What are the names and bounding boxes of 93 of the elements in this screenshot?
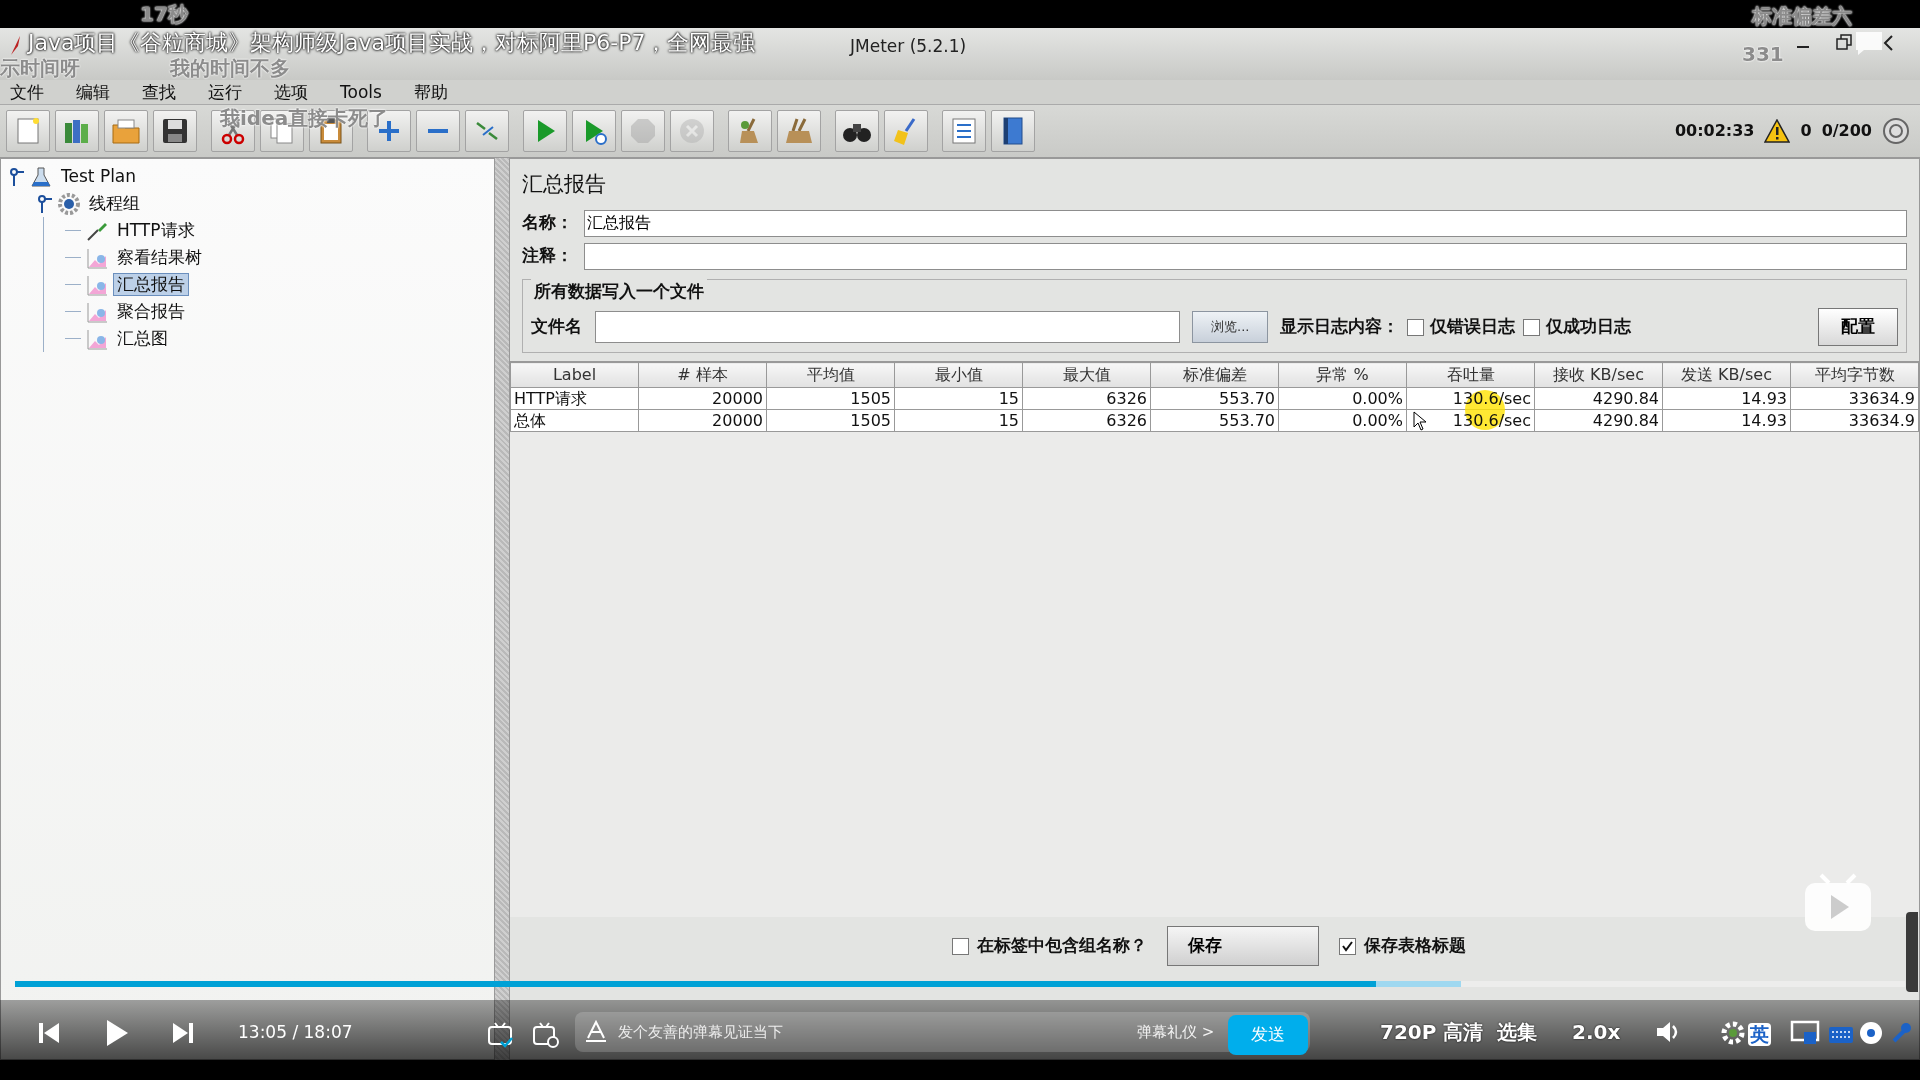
column-header[interactable]: Label bbox=[510, 362, 639, 388]
checkbox[interactable] bbox=[1339, 937, 1356, 955]
file-name-field[interactable] bbox=[595, 311, 1180, 343]
danmaku-settings-icon[interactable] bbox=[532, 1022, 560, 1048]
flask-icon bbox=[30, 165, 52, 188]
tree-item[interactable]: 汇总图 bbox=[113, 327, 172, 350]
panel-title: 汇总报告 bbox=[521, 171, 607, 198]
chart-icon bbox=[86, 246, 108, 269]
danmaku-comment: 331 bbox=[1742, 44, 1784, 64]
speed-button[interactable]: 2.0x bbox=[1572, 1022, 1621, 1042]
menu-item[interactable]: 帮助 bbox=[411, 83, 458, 101]
checkbox-label: 保存表格标题 bbox=[1364, 934, 1466, 958]
table-cell: 总体 bbox=[510, 409, 639, 432]
comment-label: 注释： bbox=[522, 244, 574, 268]
table-cell: HTTP请求 bbox=[510, 387, 639, 410]
column-header[interactable]: 平均值 bbox=[766, 362, 895, 388]
checkbox-label: 在标签中包含组名称？ bbox=[977, 934, 1147, 958]
menu-item[interactable]: 编辑 bbox=[74, 83, 120, 101]
episodes-button[interactable]: 选集 bbox=[1497, 1022, 1537, 1042]
next-icon[interactable] bbox=[172, 1022, 194, 1044]
column-header[interactable]: 吞吐量 bbox=[1406, 362, 1535, 388]
toolbar-button[interactable] bbox=[835, 110, 879, 152]
danmaku-comment: 17秒 bbox=[140, 4, 188, 24]
chart-icon bbox=[86, 273, 108, 296]
tree-item[interactable]: Test Plan bbox=[57, 165, 141, 188]
gear-icon[interactable] bbox=[1720, 1020, 1746, 1046]
chart-icon bbox=[86, 327, 108, 350]
menu-item[interactable]: Tools bbox=[338, 83, 392, 101]
configure-button[interactable]: 配置 bbox=[1818, 308, 1898, 346]
network-icon[interactable] bbox=[1858, 1020, 1884, 1046]
side-handle[interactable] bbox=[1906, 912, 1918, 992]
window-title: JMeter (5.2.1) bbox=[850, 35, 967, 58]
expanded-handle-icon[interactable] bbox=[9, 165, 25, 188]
tree-item[interactable]: HTTP请求 bbox=[113, 219, 199, 242]
video-title: Java项目《谷粒商城》架构师级Java项目实战，对标阿里P6-P7，全网最强 bbox=[28, 30, 756, 57]
play-icon[interactable] bbox=[104, 1018, 130, 1048]
checkbox[interactable] bbox=[1523, 318, 1541, 336]
column-header[interactable]: 异常 % bbox=[1278, 362, 1407, 388]
text-style-icon[interactable] bbox=[585, 1020, 607, 1042]
previous-icon[interactable] bbox=[38, 1022, 60, 1044]
checkbox[interactable] bbox=[952, 937, 969, 955]
splitter[interactable] bbox=[495, 158, 509, 1060]
mouse-pointer-icon bbox=[1413, 411, 1427, 431]
tree-item[interactable]: 察看结果树 bbox=[113, 246, 206, 269]
menu-item[interactable]: 选项 bbox=[272, 83, 318, 101]
danmaku-comment: 我的时间不多 bbox=[170, 58, 290, 78]
restore-icon[interactable] bbox=[1836, 34, 1852, 50]
tree-item[interactable]: 聚合报告 bbox=[113, 300, 189, 323]
checkbox[interactable] bbox=[1407, 318, 1425, 336]
tree-item[interactable]: 汇总报告 bbox=[113, 273, 189, 296]
save-button[interactable]: 保存 bbox=[1167, 926, 1319, 966]
danmaku-placeholder: 发个友善的弹幕见证当下 bbox=[618, 1025, 783, 1040]
danmaku-comment: 标准偏差六 bbox=[1752, 6, 1852, 26]
progress-track[interactable] bbox=[15, 981, 1905, 987]
danmaku-toggle-icon[interactable] bbox=[487, 1022, 513, 1048]
thread-count: 0/200 bbox=[1821, 120, 1872, 142]
timer-text: 00:02:33 bbox=[1674, 120, 1755, 142]
column-header[interactable]: 发送 KB/sec bbox=[1662, 362, 1791, 388]
gear-icon bbox=[58, 192, 80, 215]
keyboard-icon[interactable] bbox=[1828, 1026, 1854, 1044]
toolbar-button[interactable] bbox=[153, 110, 197, 152]
danmaku-comment: 示时间呀 bbox=[0, 58, 80, 78]
column-header[interactable]: 接收 KB/sec bbox=[1534, 362, 1663, 388]
comment-field[interactable] bbox=[584, 242, 1907, 270]
name-label: 名称： bbox=[522, 211, 574, 235]
remote-icon bbox=[1882, 117, 1910, 145]
name-field[interactable]: 汇总报告 bbox=[584, 209, 1907, 237]
menu-item[interactable]: 运行 bbox=[206, 83, 252, 101]
warning-icon bbox=[1764, 119, 1791, 143]
error-count: 0 bbox=[1800, 120, 1812, 142]
back-icon[interactable] bbox=[1882, 34, 1894, 52]
tree-item[interactable]: 线程组 bbox=[85, 192, 144, 215]
column-header[interactable]: 最小值 bbox=[894, 362, 1023, 388]
column-header[interactable]: 平均字节数 bbox=[1790, 362, 1919, 388]
browse-button[interactable]: 浏览... bbox=[1192, 311, 1269, 343]
column-header[interactable]: # 样本 bbox=[638, 362, 767, 388]
ime-indicator[interactable]: 英 bbox=[1748, 1023, 1771, 1046]
file-name-label: 文件名 bbox=[531, 315, 583, 339]
quality-button[interactable]: 720P 高清 bbox=[1380, 1022, 1484, 1042]
chart-icon bbox=[86, 300, 108, 323]
column-header[interactable]: 标准偏差 bbox=[1150, 362, 1279, 388]
column-header[interactable]: 最大值 bbox=[1022, 362, 1151, 388]
log-label: 显示日志内容： bbox=[1280, 315, 1400, 339]
time-text: 13:05 / 18:07 bbox=[238, 1024, 353, 1041]
checkbox-label: 仅成功日志 bbox=[1546, 315, 1632, 339]
toolbar-button[interactable] bbox=[991, 110, 1035, 152]
screen-icon[interactable] bbox=[1790, 1020, 1820, 1046]
menu-item[interactable]: 查找 bbox=[140, 83, 186, 101]
minus-icon bbox=[426, 128, 450, 134]
menu-item[interactable]: 文件 bbox=[8, 83, 54, 101]
checkbox-label: 仅错误日志 bbox=[1430, 315, 1516, 339]
danmaku-input[interactable] bbox=[575, 1012, 1310, 1052]
expanded-handle-icon[interactable] bbox=[37, 192, 53, 215]
